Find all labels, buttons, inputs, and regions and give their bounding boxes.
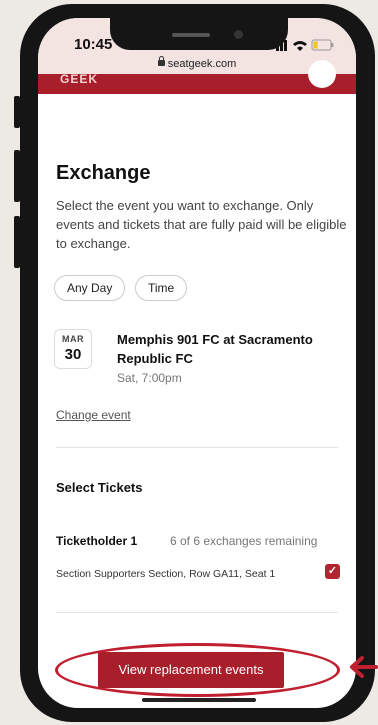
- seat-checkbox[interactable]: ✓: [325, 564, 340, 579]
- exchange-description: Select the event you want to exchange. O…: [56, 198, 347, 251]
- divider: [56, 612, 338, 613]
- camera-icon: [234, 30, 243, 39]
- exchange-page: Exchange Select the event you want to ex…: [38, 94, 356, 708]
- lock-icon: [157, 56, 165, 66]
- event-month: MAR: [62, 334, 84, 344]
- url-text: seatgeek.com: [167, 58, 237, 70]
- site-header: GEEK: [38, 60, 356, 94]
- event-title: Memphis 901 FC at Sacramento Republic FC: [117, 332, 313, 366]
- seat-label: Section Supporters Section, Row GA11, Se…: [56, 568, 276, 580]
- phone-screen: 10:45 seatgeek.com GEEK Exchange Select …: [38, 18, 356, 708]
- event-datetime: Sat, 7:00pm: [117, 371, 182, 385]
- event-date-badge: MAR 30: [54, 329, 92, 369]
- account-avatar[interactable]: [308, 60, 336, 88]
- exchanges-remaining: 6 of 6 exchanges remaining: [170, 534, 318, 548]
- filter-any-day-chip[interactable]: Any Day: [54, 275, 126, 301]
- page-title: Exchange: [56, 162, 151, 184]
- change-event-link[interactable]: Change event: [56, 408, 131, 422]
- status-time: 10:45: [74, 36, 113, 53]
- speaker-grille: [172, 33, 210, 37]
- site-logo[interactable]: GEEK: [60, 73, 98, 85]
- divider: [56, 447, 338, 448]
- phone-notch: [110, 18, 288, 50]
- ticketholder-name: Ticketholder 1: [56, 534, 138, 548]
- annotation-arrow-icon: [350, 656, 378, 678]
- filter-time-chip[interactable]: Time: [135, 275, 188, 301]
- event-day: 30: [64, 346, 82, 363]
- home-indicator: [142, 698, 256, 702]
- annotation-highlight-ring: [55, 643, 340, 697]
- select-tickets-heading: Select Tickets: [56, 480, 143, 495]
